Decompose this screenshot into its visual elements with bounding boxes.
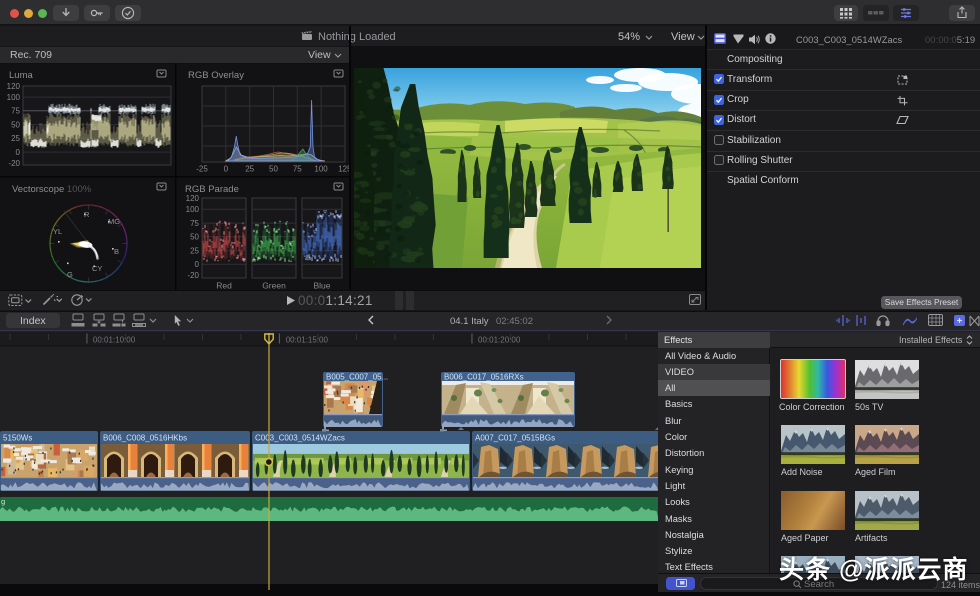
svg-text:Luma: Luma (9, 70, 33, 81)
svg-text:75: 75 (190, 219, 199, 228)
svg-text:100: 100 (186, 205, 200, 214)
svg-text:0: 0 (224, 165, 229, 174)
svg-text:B: B (114, 247, 119, 256)
svg-text:B005_C007_05...: B005_C007_05... (326, 373, 388, 382)
svg-text:Blue: Blue (313, 281, 330, 291)
svg-text:CY: CY (92, 264, 102, 273)
svg-text:0: 0 (195, 260, 200, 269)
svg-text:120: 120 (186, 194, 200, 203)
svg-text:YL: YL (53, 227, 62, 236)
svg-text:MG: MG (108, 217, 120, 226)
svg-text:-25: -25 (196, 165, 208, 174)
svg-text:125: 125 (338, 165, 349, 174)
svg-text:75: 75 (293, 165, 302, 174)
svg-text:Vectorscope 100%: Vectorscope 100% (12, 184, 92, 195)
svg-text:120: 120 (7, 82, 21, 91)
svg-text:25: 25 (190, 246, 199, 255)
svg-text:100: 100 (7, 93, 21, 102)
svg-text:00:01:20:00: 00:01:20:00 (478, 336, 521, 345)
svg-text:00:01:10:00: 00:01:10:00 (93, 336, 136, 345)
svg-text:00:01:15:00: 00:01:15:00 (286, 336, 329, 345)
svg-text:50: 50 (269, 165, 278, 174)
svg-text:25: 25 (245, 165, 254, 174)
svg-text:75: 75 (11, 107, 20, 116)
svg-text:50: 50 (190, 233, 199, 242)
svg-text:-20: -20 (8, 159, 20, 168)
svg-text:A007_C017_0515BGs: A007_C017_0515BGs (475, 434, 555, 443)
svg-text:100: 100 (314, 165, 328, 174)
svg-text:5150Ws: 5150Ws (3, 434, 32, 443)
svg-text:0: 0 (16, 148, 21, 157)
svg-text:B006_C008_0516HKbs: B006_C008_0516HKbs (103, 434, 187, 443)
svg-text:g: g (1, 497, 5, 506)
svg-text:RGB Overlay: RGB Overlay (188, 70, 244, 81)
svg-text:Red: Red (216, 281, 232, 291)
svg-text:-20: -20 (187, 271, 199, 280)
svg-text:B006_C017_0516RXs: B006_C017_0516RXs (444, 373, 524, 382)
svg-text:G: G (67, 270, 73, 279)
svg-text:25: 25 (11, 134, 20, 143)
svg-text:Green: Green (262, 281, 286, 291)
svg-text:50: 50 (11, 120, 20, 129)
